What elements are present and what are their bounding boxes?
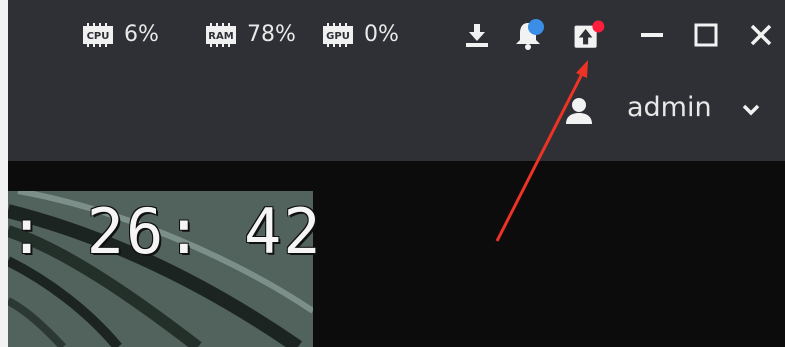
upload-icon[interactable] [572, 18, 606, 52]
cpu-stat: CPU 6% [80, 22, 159, 47]
ram-value: 78% [247, 22, 296, 47]
cpu-chip-icon: CPU [80, 22, 116, 47]
svg-text:CPU: CPU [87, 31, 110, 42]
ram-chip-icon: RAM [203, 22, 239, 47]
notification-bell-icon[interactable] [512, 18, 546, 52]
ram-stat: RAM 78% [203, 22, 296, 47]
gpu-value: 0% [364, 22, 399, 47]
minimize-icon[interactable] [635, 18, 669, 52]
cpu-value: 6% [124, 22, 159, 47]
upload-badge [592, 20, 605, 33]
chevron-down-icon[interactable] [740, 102, 762, 118]
username-label[interactable]: admin [627, 92, 712, 123]
close-icon[interactable] [744, 18, 778, 52]
download-icon[interactable] [460, 18, 494, 52]
video-timestamp: : 26: 42 [8, 195, 323, 268]
svg-text:RAM: RAM [208, 31, 233, 42]
svg-text:GPU: GPU [326, 31, 350, 42]
notification-badge [528, 19, 544, 35]
gpu-stat: GPU 0% [320, 22, 399, 47]
user-icon [564, 96, 594, 126]
gpu-chip-icon: GPU [320, 22, 356, 47]
maximize-icon[interactable] [689, 18, 723, 52]
window-edge [0, 0, 8, 347]
